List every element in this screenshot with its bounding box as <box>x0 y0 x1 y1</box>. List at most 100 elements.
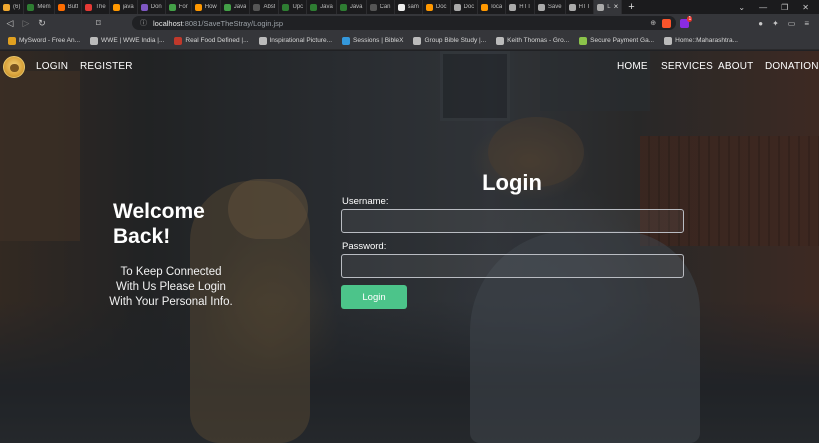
browser-tab[interactable]: (6) <box>0 0 25 14</box>
tab-favicon-icon <box>168 3 176 11</box>
browser-tab[interactable]: java <box>110 0 138 14</box>
browser-tab[interactable]: L × <box>594 0 623 14</box>
tab-favicon-icon <box>597 3 605 11</box>
tab-list: (6) Mem Butt The java Don For How Java Abst Upc Jav… <box>0 0 623 14</box>
tab-title: Doc <box>463 4 475 10</box>
bookmark-item[interactable]: Keith Thomas - Gro... <box>496 36 569 45</box>
tab-favicon-icon <box>509 3 517 11</box>
sidebar-icon[interactable]: ▭ <box>788 19 796 28</box>
password-label: Password: <box>342 241 387 252</box>
browser-tab-strip: (6) Mem Butt The java Don For How Java Abst Upc Jav… <box>0 0 819 14</box>
welcome-heading-line2: Back! <box>113 225 171 248</box>
close-window-icon[interactable]: ✕ <box>802 3 809 12</box>
tab-favicon-icon <box>57 3 65 11</box>
browser-tab[interactable]: HTT <box>566 0 595 14</box>
site-info-icon[interactable]: ⓘ <box>140 18 147 28</box>
browser-tab[interactable]: Upc <box>279 0 308 14</box>
vpn-icon[interactable]: ● <box>758 19 763 28</box>
tab-favicon-icon <box>568 3 576 11</box>
reload-icon[interactable]: ↻ <box>34 18 50 29</box>
close-tab-icon[interactable]: × <box>614 3 619 11</box>
tab-title: L <box>607 4 611 10</box>
tab-title: Can <box>379 4 391 10</box>
tab-title: Mem <box>37 4 51 10</box>
new-tab-button[interactable]: + <box>622 0 640 14</box>
browser-tab[interactable]: The <box>82 0 110 14</box>
bookmark-item[interactable]: Inspirational Picture... <box>258 36 332 45</box>
bookmark-label: Home::Maharashtra... <box>675 37 738 44</box>
login-title: Login <box>482 170 542 195</box>
browser-tab[interactable]: Java <box>307 0 337 14</box>
bookmark-icon[interactable]: ⌑ <box>96 18 110 29</box>
bookmark-item[interactable]: Home::Maharashtra... <box>664 36 738 45</box>
nav-login-link[interactable]: LOGIN <box>36 61 68 72</box>
tab-title: Java <box>349 4 363 10</box>
bookmark-item[interactable]: WWE | WWE India |... <box>90 36 164 45</box>
bookmark-favicon-icon <box>342 36 351 45</box>
browser-tab[interactable]: Abst <box>250 0 280 14</box>
browser-tab[interactable]: Java <box>337 0 367 14</box>
tab-title: How <box>204 4 217 10</box>
password-field[interactable] <box>341 254 684 278</box>
browser-tab[interactable]: Butt <box>55 0 83 14</box>
tab-favicon-icon <box>194 3 202 11</box>
tab-title: (6) <box>13 4 21 10</box>
bookmark-item[interactable]: MySword - Free An... <box>8 36 80 45</box>
browser-tab[interactable]: Don <box>138 0 166 14</box>
bookmark-item[interactable]: Sessions | BibleX <box>342 36 403 45</box>
nav-home-link[interactable]: HOME <box>617 61 648 72</box>
tab-favicon-icon <box>537 3 545 11</box>
tab-title: Abst <box>263 4 276 10</box>
nav-services-link[interactable]: SERVICES <box>661 61 713 72</box>
address-bar[interactable]: ⓘ localhost :8081/SaveTheStray/Login.jsp… <box>132 16 676 30</box>
tab-favicon-icon <box>282 3 290 11</box>
browser-tab[interactable]: Save <box>535 0 566 14</box>
bookmark-favicon-icon <box>174 36 183 45</box>
back-icon[interactable]: ◁ <box>2 18 18 29</box>
browser-tab[interactable]: loca <box>478 0 507 14</box>
browser-tab[interactable]: How <box>192 0 221 14</box>
forward-icon[interactable]: ▷ <box>18 18 34 29</box>
tab-title: Upc <box>292 4 304 10</box>
browser-tab[interactable]: For <box>166 0 192 14</box>
tab-favicon-icon <box>339 3 347 11</box>
url-path: :8081/SaveTheStray/Login.jsp <box>182 18 284 28</box>
tab-favicon-icon <box>3 3 10 11</box>
nav-register-link[interactable]: REGISTER <box>80 61 133 72</box>
window-controls: ⌄ — ❐ ✕ <box>738 0 819 14</box>
browser-tab[interactable]: Can <box>367 0 395 14</box>
bookmark-item[interactable]: Secure Payment Ga... <box>579 36 654 45</box>
zoom-icon[interactable]: ⊕ <box>650 19 656 27</box>
nav-donation-link[interactable]: DONATION <box>765 61 819 72</box>
url-host: localhost <box>153 18 183 28</box>
browser-tab[interactable]: Mem <box>24 0 55 14</box>
browser-tab[interactable]: sam <box>395 0 423 14</box>
brave-rewards-icon[interactable]: 1 <box>680 15 693 28</box>
brave-shields-icon[interactable] <box>662 18 672 28</box>
tab-search-icon[interactable]: ⌄ <box>738 3 745 12</box>
tab-title: loca <box>491 4 503 10</box>
username-field[interactable] <box>341 209 684 233</box>
bookmark-item[interactable]: Group Bible Study |... <box>413 36 486 45</box>
tab-favicon-icon <box>140 3 148 11</box>
login-button[interactable]: Login <box>341 285 407 309</box>
tab-favicon-icon <box>453 3 461 11</box>
bookmark-favicon-icon <box>413 36 422 45</box>
minimize-icon[interactable]: — <box>759 3 767 12</box>
bookmark-item[interactable]: Real Food Defined |... <box>174 36 249 45</box>
nav-about-link[interactable]: ABOUT <box>718 61 753 72</box>
tab-title: Doc <box>435 4 447 10</box>
browser-tab[interactable]: Java <box>221 0 251 14</box>
extensions-icon[interactable]: ✦ <box>772 19 779 28</box>
browser-tab[interactable]: HTT <box>506 0 535 14</box>
site-logo[interactable] <box>3 56 25 78</box>
restore-icon[interactable]: ❐ <box>781 3 788 12</box>
tab-favicon-icon <box>223 3 231 11</box>
tab-title: For <box>178 4 188 10</box>
tab-favicon-icon <box>27 3 35 11</box>
menu-icon[interactable]: ≡ <box>804 19 809 28</box>
tab-title: Don <box>150 4 162 10</box>
tab-favicon-icon <box>481 3 489 11</box>
browser-tab[interactable]: Doc <box>423 0 451 14</box>
browser-tab[interactable]: Doc <box>451 0 479 14</box>
